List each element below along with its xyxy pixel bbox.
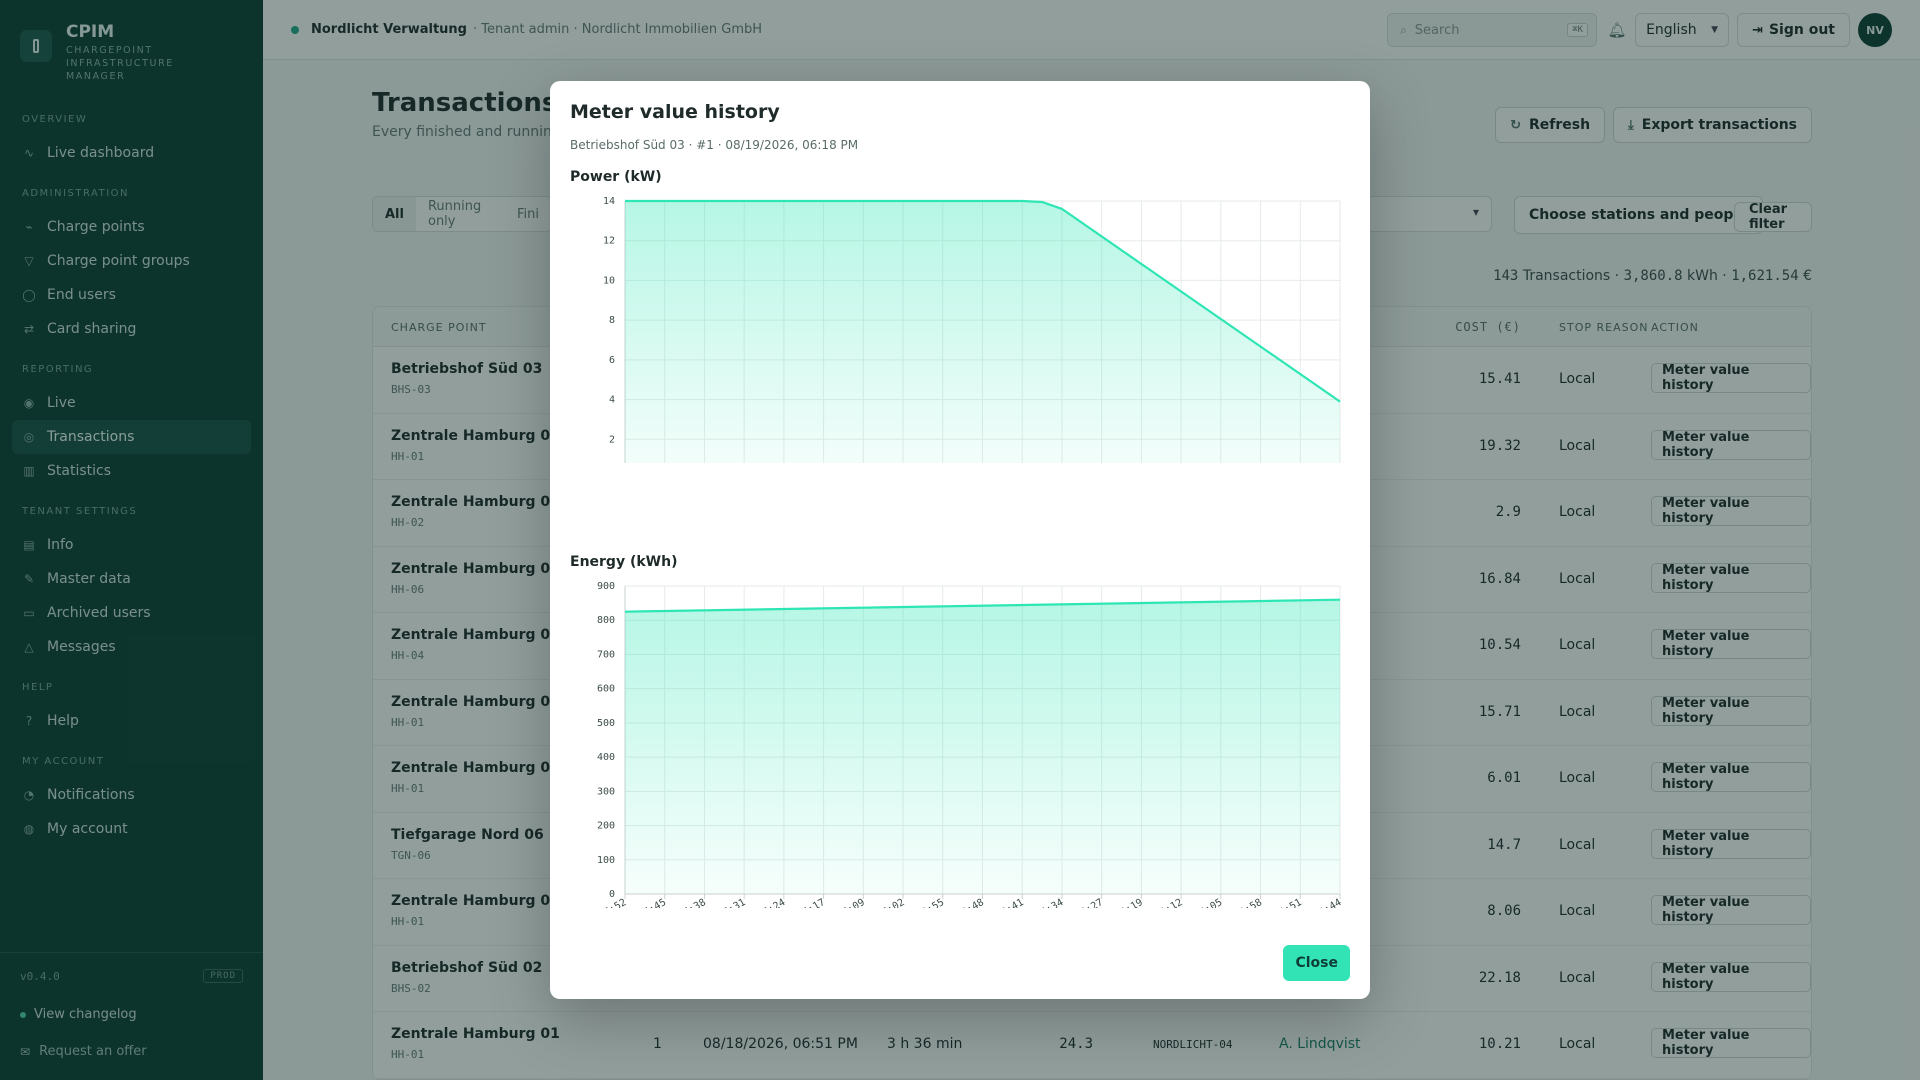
- energy-chart-title: Energy (kWh): [570, 554, 678, 570]
- power-chart: 0246810121418:27:5218:37:4518:47:3818:57…: [570, 193, 1360, 463]
- y-tick-label: 10: [603, 275, 615, 286]
- series-area: [625, 599, 1340, 894]
- y-tick-label: 900: [597, 581, 615, 592]
- y-tick-label: 14: [603, 196, 615, 207]
- y-tick-label: 6: [609, 355, 615, 366]
- y-tick-label: 8: [609, 315, 615, 326]
- y-tick-label: 2: [609, 434, 615, 445]
- y-tick-label: 100: [597, 855, 615, 866]
- y-tick-label: 800: [597, 615, 615, 626]
- modal-title: Meter value history: [570, 101, 780, 123]
- y-tick-label: 200: [597, 821, 615, 832]
- close-button[interactable]: Close: [1283, 945, 1350, 981]
- y-tick-label: 300: [597, 786, 615, 797]
- y-tick-label: 400: [597, 752, 615, 763]
- power-chart-svg: 0246810121418:27:5218:37:4518:47:3818:57…: [603, 196, 1341, 463]
- energy-chart: 010020030040050060070080090018:27:5218:3…: [570, 578, 1360, 908]
- y-tick-label: 500: [597, 718, 615, 729]
- y-tick-label: 12: [603, 236, 615, 247]
- energy-chart-svg: 010020030040050060070080090018:27:5218:3…: [581, 581, 1343, 908]
- y-tick-label: 0: [609, 889, 615, 900]
- x-tick-label: 18:27:52: [581, 897, 628, 908]
- power-chart-title: Power (kW): [570, 169, 662, 185]
- modal-subtitle: Betriebshof Süd 03 · #1 · 08/19/2026, 06…: [570, 138, 859, 152]
- y-tick-label: 600: [597, 684, 615, 695]
- y-tick-label: 4: [609, 395, 615, 406]
- y-tick-label: 700: [597, 649, 615, 660]
- meter-history-modal: Meter value history Betriebshof Süd 03 ·…: [550, 81, 1370, 999]
